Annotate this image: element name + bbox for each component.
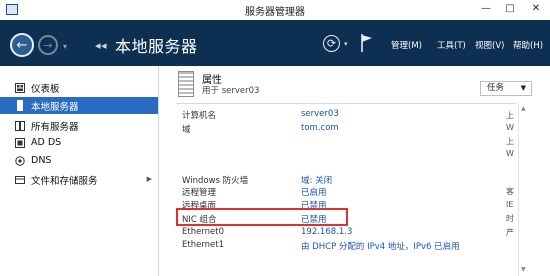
sidebar-item-ad-ds[interactable]: AD DS [0,134,158,151]
sidebar-item-label: 所有服务器 [31,121,79,133]
menu-manage[interactable]: 管理(M) [391,39,422,51]
dns-icon [15,155,25,166]
sidebar-item-local-server[interactable]: 本地服务器 [0,97,158,114]
file-storage-icon [15,175,25,185]
minimize-button[interactable]: — [474,0,498,17]
truncated-column-text: W [506,149,514,158]
maximize-button[interactable]: □ [498,0,522,17]
sidebar-item-label: 仪表板 [31,83,60,95]
refresh-dropdown-icon[interactable]: ▾ [344,40,348,48]
vertical-scrollbar[interactable]: ▲ ▼ [518,103,528,276]
toolbar: ← → ▾ ◂◂ 本地服务器 ⟳ ▾ 管理(M) 工具(T) 视图(V) 帮助(H… [0,20,550,66]
truncated-column-text: 产 [506,228,514,237]
refresh-button[interactable]: ⟳ [323,35,340,52]
dashboard-icon [15,82,25,93]
truncated-column-text: 上 [506,111,514,120]
prop-label-computer-name: 计算机名 [182,111,217,121]
prop-label-ethernet0: Ethernet0 [182,227,225,237]
sidebar: 仪表板 本地服务器 所有服务器 AD DS DNS 文件和存储服务 ▶ [0,66,159,276]
panel-gutter [159,66,171,276]
truncated-column-text: W [506,123,514,132]
truncated-column-text: 时 [506,214,514,223]
scroll-down-icon[interactable]: ▼ [521,266,526,273]
breadcrumb: ◂◂ 本地服务器 [95,33,198,57]
prop-value-ethernet1[interactable]: 由 DHCP 分配的 IPv4 地址，IPv6 已启用 [301,240,460,252]
ad-ds-icon [15,137,25,148]
truncated-column-text: 上 [506,137,514,146]
breadcrumb-current: 本地服务器 [115,37,198,56]
sidebar-item-all-servers[interactable]: 所有服务器 [0,117,158,134]
chevron-right-icon[interactable]: ▶ [147,175,152,183]
menu-help[interactable]: 帮助(H) [513,39,543,51]
sidebar-item-label: 本地服务器 [31,101,79,113]
prop-value-firewall[interactable]: 域: 关闭 [301,174,332,186]
arrow-right-icon: → [43,38,53,52]
server-properties-icon [178,71,194,97]
sidebar-item-dashboard[interactable]: 仪表板 [0,79,158,96]
sidebar-item-label: 文件和存储服务 [31,175,98,187]
prop-value-ethernet0[interactable]: 192.168.1.3 [301,227,352,237]
forward-button[interactable]: → [38,35,58,55]
menu-view[interactable]: 视图(V) [475,39,504,51]
sidebar-item-file-storage[interactable]: 文件和存储服务 ▶ [0,171,158,188]
refresh-icon: ⟳ [326,37,337,50]
close-button[interactable]: ✕ [522,0,550,17]
prop-value-remote-management[interactable]: 已启用 [301,186,327,198]
scroll-up-icon[interactable]: ▲ [521,105,526,112]
prop-label-ethernet1: Ethernet1 [182,240,225,250]
prop-value-domain[interactable]: tom.com [301,123,339,133]
prop-label-firewall: Windows 防火墙 [182,176,249,186]
sidebar-item-label: AD DS [31,137,62,148]
arrow-left-icon: ← [16,37,28,53]
prop-label-domain: 域 [182,125,191,135]
notifications-flag-icon[interactable] [360,33,374,53]
nic-teaming-highlight-box [176,208,348,226]
divider [176,103,516,104]
panel-subtitle: 用于 server03 [202,86,260,96]
tasks-dropdown[interactable]: 任务 ▼ [480,81,532,96]
window-title: 服务器管理器 [245,7,305,18]
title-bar: 服务器管理器 — □ ✕ [0,0,550,20]
chevron-down-icon: ▼ [520,84,526,92]
truncated-column-text: 客 [506,187,514,196]
prop-value-computer-name[interactable]: server03 [301,109,339,119]
menu-tools[interactable]: 工具(T) [437,39,466,51]
prop-label-remote-management: 远程管理 [182,188,217,198]
history-dropdown-icon[interactable]: ▾ [63,42,67,51]
tasks-label: 任务 [487,83,505,93]
servers-icon [15,120,25,131]
breadcrumb-separator: ◂◂ [95,39,108,52]
sidebar-item-label: DNS [31,155,52,166]
sidebar-item-dns[interactable]: DNS [0,152,158,169]
server-icon [15,100,25,111]
truncated-column-text: IE [506,200,514,209]
properties-panel: 属性 用于 server03 任务 ▼ 计算机名 server03 域 tom.… [171,66,550,276]
back-button[interactable]: ← [10,33,34,57]
